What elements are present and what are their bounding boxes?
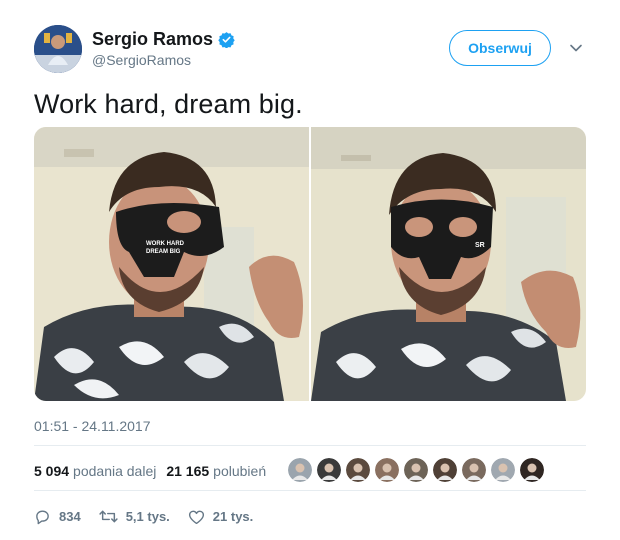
retweet-action[interactable]: 5,1 tys.: [99, 508, 170, 525]
likers-avatars: [288, 458, 549, 482]
likes-label: polubień: [213, 463, 267, 479]
retweets-count: 5 094: [34, 463, 70, 479]
liker-avatar[interactable]: [433, 458, 457, 482]
svg-text:DREAM BIG: DREAM BIG: [146, 249, 181, 255]
liker-avatar[interactable]: [520, 458, 544, 482]
retweets-label: podania dalej: [73, 463, 157, 479]
tweet-timestamp[interactable]: 01:51 - 24.11.2017: [34, 418, 151, 434]
heart-icon: [188, 510, 204, 524]
tweet-text: Work hard, dream big.: [34, 89, 303, 119]
reply-icon: [36, 510, 49, 525]
tweet-photo-2[interactable]: SR: [311, 127, 586, 401]
divider-bottom: [34, 490, 586, 491]
svg-text:WORK HARD: WORK HARD: [146, 241, 185, 247]
follow-button[interactable]: Obserwuj: [449, 30, 551, 66]
tweet-card: Sergio Ramos @SergioRamos Obserwuj Work …: [0, 0, 620, 540]
retweet-icon: [99, 510, 118, 523]
liker-avatar[interactable]: [346, 458, 370, 482]
verified-badge-icon: [218, 31, 235, 48]
retweet-count: 5,1 tys.: [125, 509, 170, 524]
tweet-photo-1[interactable]: WORK HARD DREAM BIG: [34, 127, 309, 401]
liker-avatar[interactable]: [375, 458, 399, 482]
likes-stat[interactable]: 21 165 polubień: [166, 463, 266, 479]
like-count: 21 tys.: [212, 509, 254, 524]
likes-count: 21 165: [166, 463, 210, 479]
author-avatar[interactable]: [34, 25, 82, 73]
svg-text:SR: SR: [475, 242, 485, 249]
author-handle[interactable]: @SergioRamos: [92, 52, 191, 68]
reply-count: 834: [59, 509, 81, 524]
tweet-actions: 834 5,1 tys. 21 tys.: [34, 508, 271, 525]
liker-avatar[interactable]: [491, 458, 515, 482]
like-action[interactable]: 21 tys.: [188, 509, 253, 525]
retweets-stat[interactable]: 5 094 podania dalej: [34, 463, 156, 479]
author-display-name[interactable]: Sergio Ramos: [92, 29, 213, 50]
reply-action[interactable]: 834: [34, 508, 81, 525]
liker-avatar[interactable]: [317, 458, 341, 482]
chevron-down-icon[interactable]: [568, 40, 584, 56]
liker-avatar[interactable]: [288, 458, 312, 482]
liker-avatar[interactable]: [462, 458, 486, 482]
tweet-media: WORK HARD DREAM BIG SR: [34, 127, 586, 401]
divider-top: [34, 445, 586, 446]
liker-avatar[interactable]: [404, 458, 428, 482]
author-name-row: Sergio Ramos: [92, 29, 235, 50]
tweet-stats: 5 094 podania dalej 21 165 polubień: [34, 463, 276, 479]
